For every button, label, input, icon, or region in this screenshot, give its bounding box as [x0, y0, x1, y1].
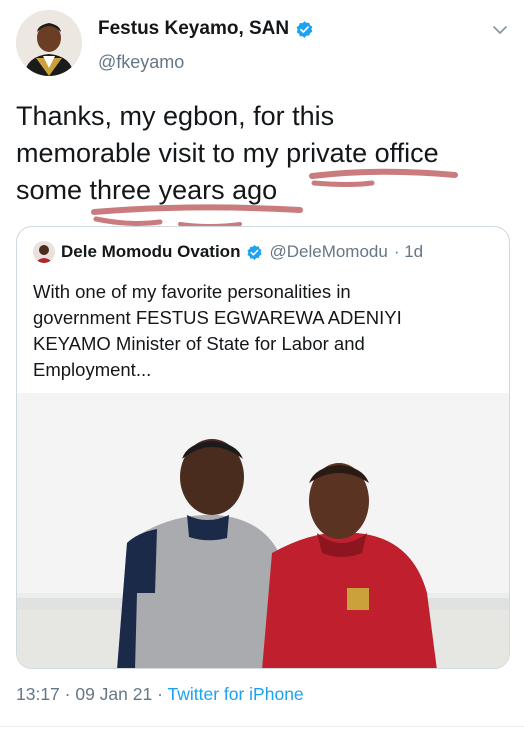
quoted-text-line: Employment...: [33, 359, 152, 380]
chevron-down-icon[interactable]: [492, 24, 508, 36]
tweet-text-line: memorable visit to my private office: [16, 138, 439, 168]
quoted-tweet-header: Dele Momodu Ovation @DeleMomodu · 1d: [33, 241, 423, 263]
quoted-text-line: KEYAMO Minister of State for Labor and: [33, 333, 365, 354]
author-name[interactable]: Festus Keyamo, SAN: [98, 18, 314, 40]
footer-separator: ·: [59, 684, 76, 704]
quoted-text-line: With one of my favorite personalities in: [33, 281, 351, 302]
author-name-text: Festus Keyamo, SAN: [98, 18, 290, 39]
verified-badge-icon: [296, 20, 313, 38]
quoted-tweet-card[interactable]: Dele Momodu Ovation @DeleMomodu · 1d Wit…: [16, 226, 510, 669]
author-handle[interactable]: @fkeyamo: [98, 52, 184, 73]
author-avatar[interactable]: [16, 10, 82, 76]
quoted-tweet-age: · 1d: [393, 242, 424, 261]
tweet-text-line: Thanks, my egbon, for this: [16, 101, 335, 131]
quoted-tweet-text: With one of my favorite personalities in…: [33, 279, 493, 383]
tweet-date[interactable]: 09 Jan 21: [75, 684, 152, 704]
tweet-source-link[interactable]: Twitter for iPhone: [167, 684, 303, 704]
verified-badge-icon: [247, 244, 262, 260]
tweet-footer: 13:17 · 09 Jan 21 · Twitter for iPhone: [16, 684, 304, 705]
quoted-author-name: Dele Momodu Ovation: [61, 242, 241, 261]
quoted-author-handle: @DeleMomodu: [269, 242, 388, 261]
author-avatar-image: [16, 10, 82, 76]
divider: [0, 726, 524, 727]
tweet-text: Thanks, my egbon, for this memorable vis…: [16, 98, 516, 209]
quoted-tweet-photo[interactable]: [17, 393, 510, 669]
tweet-text-line: some three years ago: [16, 175, 278, 205]
tweet-time[interactable]: 13:17: [16, 684, 60, 704]
footer-separator: ·: [152, 684, 168, 704]
quoted-author-avatar: [33, 241, 55, 263]
quoted-text-line: government FESTUS EGWAREWA ADENIYI: [33, 307, 402, 328]
